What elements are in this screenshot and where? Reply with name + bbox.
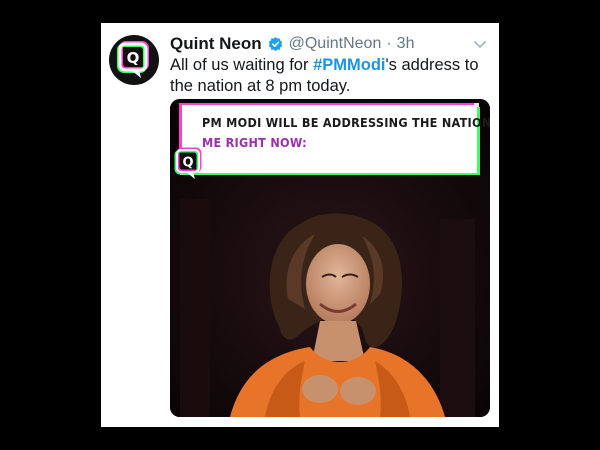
chevron-down-icon[interactable] bbox=[473, 37, 487, 51]
quint-logo-icon: Q bbox=[174, 147, 202, 179]
verified-badge-icon bbox=[267, 36, 284, 53]
screenshot-frame: Q Quint Neon @QuintNeon · 3h All of us w… bbox=[0, 0, 600, 450]
author-handle[interactable]: @QuintNeon bbox=[289, 35, 382, 53]
author-name[interactable]: Quint Neon bbox=[170, 34, 262, 54]
tweet-media[interactable]: PM MODI WILL BE ADDRESSING THE NATION AT… bbox=[170, 99, 490, 417]
tweet-text: All of us waiting for #PMModi's address … bbox=[170, 55, 488, 97]
meta-separator: · bbox=[386, 35, 392, 52]
tweet-text-before: All of us waiting for bbox=[170, 56, 314, 74]
caption-subline: ME RIGHT NOW: bbox=[202, 135, 307, 150]
svg-text:Q: Q bbox=[127, 49, 140, 67]
tweet-timestamp[interactable]: 3h bbox=[397, 35, 415, 53]
media-caption-box: PM MODI WILL BE ADDRESSING THE NATION AT… bbox=[182, 105, 490, 173]
caption-headline: PM MODI WILL BE ADDRESSING THE NATION AT… bbox=[202, 115, 490, 130]
tweet-card[interactable]: Q Quint Neon @QuintNeon · 3h All of us w… bbox=[101, 23, 499, 427]
tweet-header: Quint Neon @QuintNeon · 3h bbox=[170, 33, 414, 55]
svg-text:Q: Q bbox=[182, 156, 193, 171]
avatar[interactable]: Q bbox=[109, 35, 159, 85]
quint-logo-icon: Q bbox=[117, 41, 149, 78]
hashtag-link[interactable]: #PMModi bbox=[313, 56, 385, 74]
